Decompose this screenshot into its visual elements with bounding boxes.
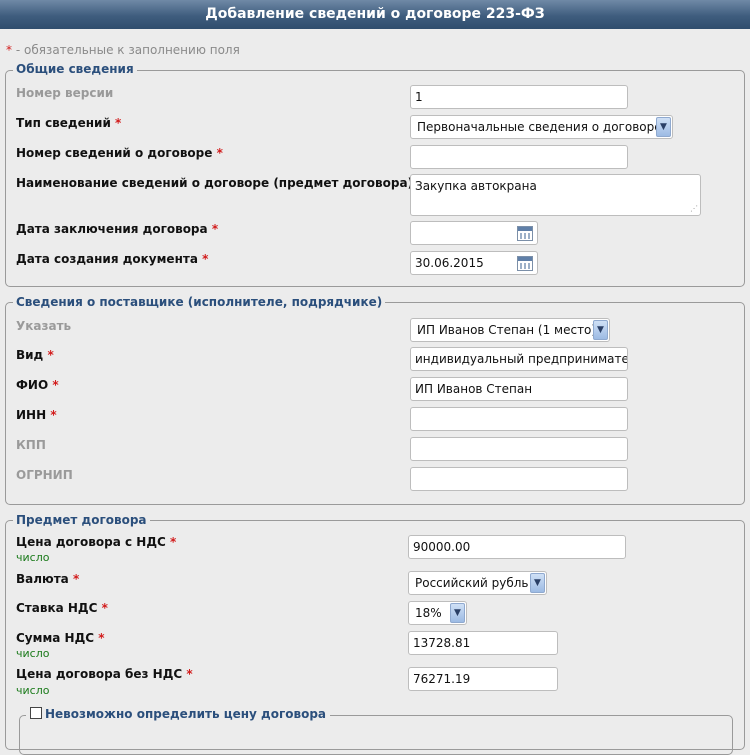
- vat-sum-input[interactable]: 13728.81: [408, 631, 558, 655]
- vat-sum-label-text: Сумма НДС: [16, 631, 95, 645]
- chevron-down-icon: ▼: [593, 320, 608, 340]
- general-legend: Общие сведения: [13, 62, 137, 76]
- kpp-label: КПП: [16, 438, 46, 452]
- price-input[interactable]: 90000.00: [408, 535, 626, 559]
- name-label: Наименование сведений о договоре (предме…: [16, 176, 424, 190]
- price-label-text: Цена договора с НДС: [16, 535, 166, 549]
- vat-rate-label: Ставка НДС *: [16, 601, 108, 615]
- specify-select-value: ИП Иванов Степан (1 место): [417, 323, 597, 337]
- price-hint: число: [16, 551, 50, 564]
- creation-date-label-text: Дата создания документа: [16, 252, 198, 266]
- vat-rate-select-value: 18%: [415, 606, 442, 620]
- currency-select[interactable]: Российский рубль ▼: [408, 571, 547, 595]
- conclusion-date-label-text: Дата заключения договора: [16, 222, 208, 236]
- required-mark: *: [47, 348, 54, 362]
- cannot-determine-legend: Невозможно определить цену договора: [26, 707, 331, 721]
- required-mark: *: [6, 43, 12, 57]
- cannot-determine-section: [19, 715, 733, 755]
- supplier-legend: Сведения о поставщике (исполнителе, подр…: [13, 295, 386, 309]
- chevron-down-icon: ▼: [656, 117, 671, 137]
- number-label-text: Номер сведений о договоре: [16, 146, 213, 160]
- kind-label-text: Вид: [16, 348, 44, 362]
- version-input[interactable]: 1: [410, 85, 628, 109]
- creation-date-input[interactable]: 30.06.2015: [410, 251, 538, 275]
- number-input[interactable]: [410, 145, 628, 169]
- page-title: Добавление сведений о договоре 223-ФЗ: [0, 0, 750, 29]
- inn-input[interactable]: [410, 407, 628, 431]
- price-label: Цена договора с НДС *: [16, 535, 176, 549]
- required-mark: *: [211, 222, 219, 236]
- currency-label-text: Валюта: [16, 572, 69, 586]
- name-textarea-value: Закупка автокрана: [415, 179, 537, 193]
- vat-sum-label: Сумма НДС *: [16, 631, 105, 645]
- price-no-vat-input[interactable]: 76271.19: [408, 667, 558, 691]
- version-label: Номер версии: [16, 86, 114, 100]
- specify-select[interactable]: ИП Иванов Степан (1 место) ▼: [410, 318, 610, 342]
- chevron-down-icon: ▼: [530, 573, 545, 593]
- inn-label-text: ИНН: [16, 408, 47, 422]
- kind-input[interactable]: индивидуальный предприниматель: [410, 347, 628, 371]
- vat-rate-label-text: Ставка НДС: [16, 601, 98, 615]
- conclusion-date-input[interactable]: [410, 221, 538, 245]
- required-mark: *: [216, 146, 223, 160]
- price-no-vat-hint: число: [16, 684, 50, 697]
- creation-date-label: Дата создания документа *: [16, 252, 208, 266]
- name-textarea[interactable]: Закупка автокрана ⋰: [410, 174, 701, 216]
- inn-label: ИНН *: [16, 408, 57, 422]
- price-no-vat-label: Цена договора без НДС *: [16, 667, 193, 681]
- ogrnip-label: ОГРНИП: [16, 468, 73, 482]
- creation-date-value: 30.06.2015: [415, 256, 484, 270]
- cannot-determine-label: Невозможно определить цену договора: [45, 707, 327, 721]
- required-mark: *: [50, 408, 57, 422]
- specify-label: Указать: [16, 319, 72, 333]
- name-label-text: Наименование сведений о договоре (предме…: [16, 176, 414, 190]
- chevron-down-icon: ▼: [450, 603, 465, 623]
- conclusion-date-label: Дата заключения договора *: [16, 222, 218, 236]
- subject-legend: Предмет договора: [13, 513, 150, 527]
- ogrnip-input[interactable]: [410, 467, 628, 491]
- required-mark: *: [115, 116, 122, 130]
- required-mark: *: [202, 252, 209, 266]
- price-no-vat-label-text: Цена договора без НДС: [16, 667, 183, 681]
- type-select[interactable]: Первоначальные сведения о договоре ▼: [410, 115, 673, 139]
- kpp-input[interactable]: [410, 437, 628, 461]
- required-note-text: - обязательные к заполнению поля: [15, 43, 240, 57]
- type-select-value: Первоначальные сведения о договоре: [417, 120, 662, 134]
- currency-label: Валюта *: [16, 572, 79, 586]
- vat-rate-select[interactable]: 18% ▼: [408, 601, 467, 625]
- number-label: Номер сведений о договоре *: [16, 146, 223, 160]
- calendar-icon[interactable]: [517, 256, 533, 271]
- required-mark: *: [52, 378, 59, 392]
- supplier-section: [5, 302, 745, 505]
- required-note: * - обязательные к заполнению поля: [6, 43, 240, 57]
- fio-label: ФИО *: [16, 378, 59, 392]
- fio-input[interactable]: ИП Иванов Степан: [410, 377, 628, 401]
- currency-select-value: Российский рубль: [415, 576, 529, 590]
- required-mark: *: [186, 667, 193, 681]
- resize-grip-icon[interactable]: ⋰: [690, 205, 698, 213]
- cannot-determine-checkbox[interactable]: [30, 707, 42, 719]
- type-label: Тип сведений *: [16, 116, 121, 130]
- required-mark: *: [170, 535, 177, 549]
- type-label-text: Тип сведений: [16, 116, 111, 130]
- required-mark: *: [72, 572, 80, 586]
- vat-sum-hint: число: [16, 647, 50, 660]
- required-mark: *: [98, 631, 105, 645]
- required-mark: *: [101, 601, 108, 615]
- kind-label: Вид *: [16, 348, 54, 362]
- fio-label-text: ФИО: [16, 378, 49, 392]
- calendar-icon[interactable]: [517, 226, 533, 241]
